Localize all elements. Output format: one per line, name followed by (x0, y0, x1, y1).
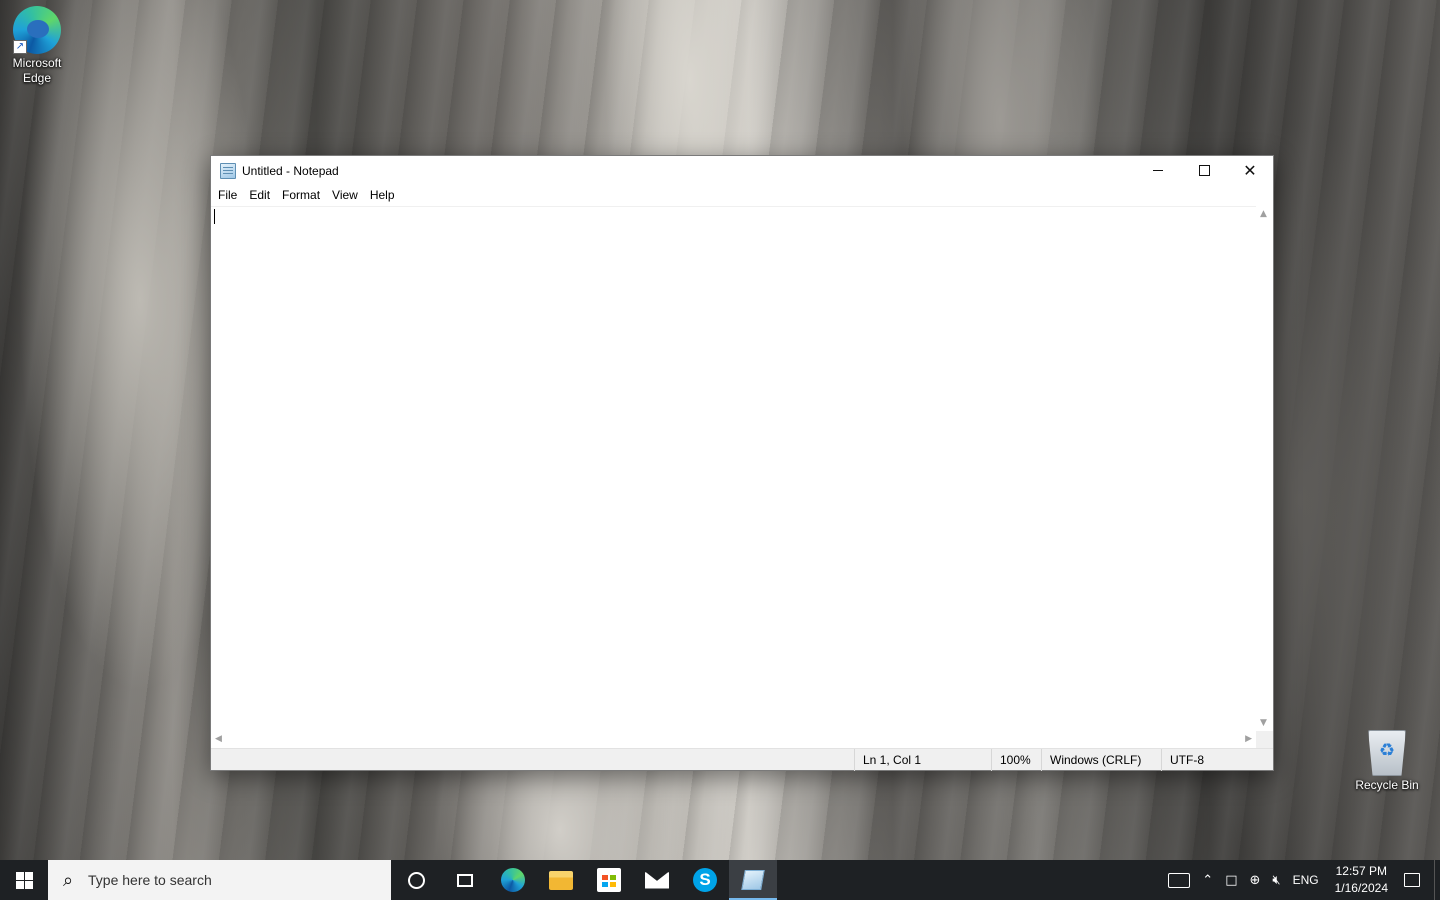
vertical-scrollbar[interactable]: ▲ ▼ (1256, 206, 1273, 731)
folder-icon (549, 870, 573, 890)
system-tray: ⌃ □ ⊕ 🔇︎ ENG 12:57 PM 1/16/2024 (1162, 860, 1440, 900)
notepad-window: Untitled - Notepad ✕ File Edit Format Vi… (210, 155, 1274, 771)
taskbar-notepad[interactable] (729, 860, 777, 900)
cortana-button[interactable] (391, 860, 441, 900)
scroll-left-icon[interactable]: ◀ (215, 734, 222, 744)
minimize-button[interactable] (1135, 156, 1181, 185)
search-placeholder: Type here to search (88, 872, 212, 888)
camera-icon: □ (1225, 872, 1238, 888)
action-center-button[interactable] (1398, 860, 1426, 900)
task-view-button[interactable] (441, 860, 489, 900)
minimize-icon (1153, 170, 1163, 171)
taskbar-edge[interactable] (489, 860, 537, 900)
scroll-right-icon[interactable]: ▶ (1245, 734, 1252, 744)
taskbar-mail[interactable] (633, 860, 681, 900)
menu-format[interactable]: Format (277, 185, 325, 206)
show-desktop-button[interactable] (1434, 860, 1440, 900)
taskbar-file-explorer[interactable] (537, 860, 585, 900)
menu-help[interactable]: Help (365, 185, 400, 206)
edge-icon: ↗ (13, 6, 61, 54)
menu-bar: File Edit Format View Help (211, 185, 1273, 206)
news-icon (1168, 872, 1191, 888)
notepad-icon (741, 870, 765, 890)
skype-icon: S (693, 868, 717, 892)
status-encoding: UTF-8 (1161, 748, 1261, 771)
meet-now-button[interactable]: □ (1219, 860, 1243, 900)
maximize-button[interactable] (1181, 156, 1227, 185)
close-icon: ✕ (1243, 161, 1257, 180)
news-button[interactable] (1162, 860, 1196, 900)
volume-button[interactable]: 🔇︎ (1266, 860, 1286, 900)
search-icon: ⌕ (62, 869, 74, 891)
edge-icon (501, 868, 525, 892)
taskbar-skype[interactable]: S (681, 860, 729, 900)
resize-grip[interactable] (1261, 749, 1273, 771)
scroll-up-icon[interactable]: ▲ (1260, 209, 1267, 219)
cortana-icon (407, 871, 425, 889)
chevron-up-icon: ⌃ (1202, 872, 1214, 888)
title-bar[interactable]: Untitled - Notepad ✕ (211, 156, 1273, 185)
text-caret (214, 209, 215, 224)
task-view-icon (457, 873, 473, 887)
desktop-icon-edge[interactable]: ↗ Microsoft Edge (0, 6, 74, 86)
text-editor-area[interactable] (211, 206, 1256, 731)
desktop-icon-recycle-bin[interactable]: ♻ Recycle Bin (1350, 730, 1424, 793)
status-line-ending: Windows (CRLF) (1041, 748, 1161, 771)
maximize-icon (1198, 165, 1210, 176)
scroll-down-icon[interactable]: ▼ (1260, 718, 1267, 728)
menu-edit[interactable]: Edit (244, 185, 275, 206)
status-zoom: 100% (991, 748, 1041, 771)
clock[interactable]: 12:57 PM 1/16/2024 (1325, 863, 1398, 897)
start-button[interactable] (0, 860, 48, 900)
taskbar-microsoft-store[interactable] (585, 860, 633, 900)
desktop-icon-label: Microsoft (12, 56, 62, 70)
taskbar: ⌕ Type here to search S ⌃ □ ⊕ 🔇︎ ENG 12:… (0, 860, 1440, 900)
status-cursor-position: Ln 1, Col 1 (854, 748, 991, 771)
recycle-bin-icon: ♻ (1368, 730, 1406, 776)
network-button[interactable]: ⊕ (1243, 860, 1266, 900)
store-icon (597, 868, 621, 892)
clock-date: 1/16/2024 (1334, 881, 1388, 895)
window-title: Untitled - Notepad (242, 163, 339, 178)
taskbar-search-box[interactable]: ⌕ Type here to search (48, 860, 391, 900)
desktop-icon-label: Edge (22, 71, 52, 85)
notepad-icon (220, 162, 236, 179)
speaker-muted-icon: 🔇︎ (1272, 872, 1281, 888)
desktop-icon-label: Recycle Bin (1355, 778, 1419, 792)
menu-file[interactable]: File (213, 185, 242, 206)
notification-icon (1404, 873, 1420, 887)
show-hidden-icons-button[interactable]: ⌃ (1196, 860, 1219, 900)
close-button[interactable]: ✕ (1227, 156, 1273, 185)
clock-time: 12:57 PM (1335, 864, 1387, 878)
mail-icon (645, 871, 669, 889)
input-language[interactable]: ENG (1287, 860, 1325, 900)
status-bar: Ln 1, Col 1 100% Windows (CRLF) UTF-8 (211, 748, 1273, 771)
horizontal-scrollbar[interactable]: ◀ ▶ (211, 731, 1256, 748)
scrollbar-corner (1256, 731, 1273, 748)
shortcut-arrow-icon: ↗ (13, 40, 27, 54)
globe-icon: ⊕ (1249, 872, 1261, 888)
menu-view[interactable]: View (327, 185, 363, 206)
windows-logo-icon (15, 871, 33, 889)
